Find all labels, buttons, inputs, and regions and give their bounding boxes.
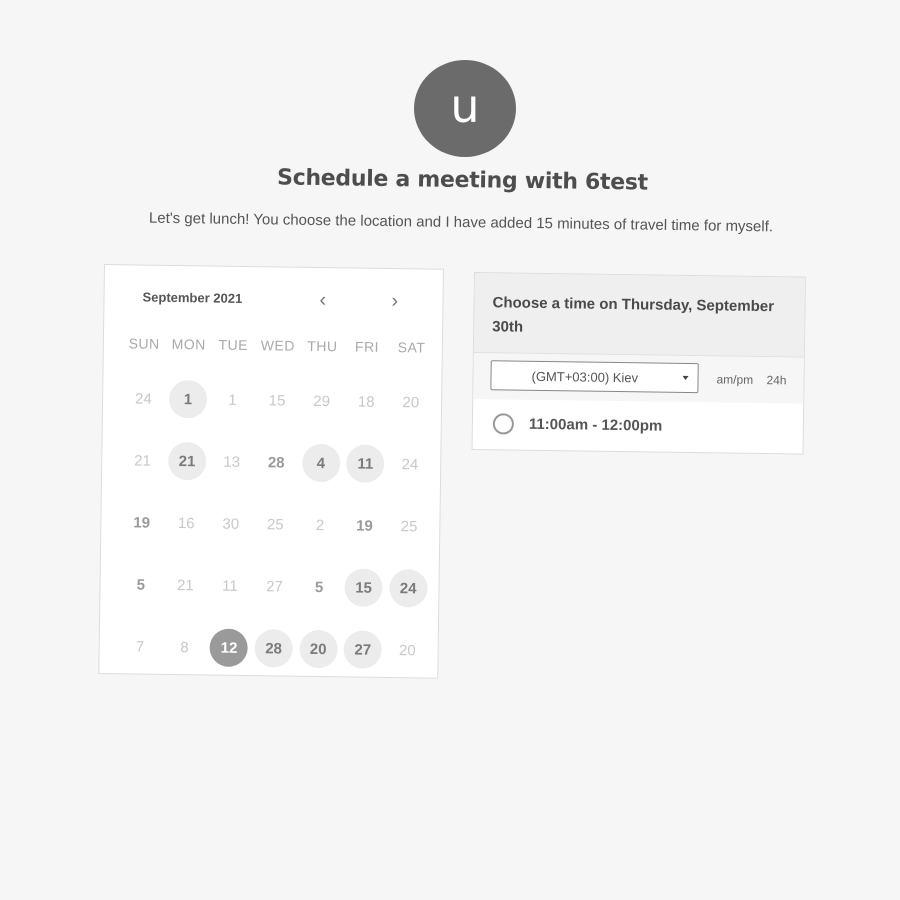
calendar-week-row: 21 21 13 28 4 11 24 (120, 429, 433, 495)
calendar-day: 25 (400, 517, 418, 535)
calendar-week-row: 7 8 12 28 20 27 20 (117, 615, 430, 681)
calendar-day: 25 (266, 515, 284, 534)
page-title: Schedule a meeting with 6test (276, 165, 649, 196)
weekday-sat: SAT (397, 339, 426, 356)
date-picker-calendar: September 2021 ‹ › SUN MON TUE WED THU F… (98, 264, 444, 679)
calendar-day: 2 (315, 516, 325, 534)
weekday-mon: MON (171, 335, 206, 353)
calendar-days-grid: 24 1 1 15 29 18 20 21 21 13 28 4 11 24 19 16 30 25 2 19 25 5 2… (117, 367, 433, 681)
calendar-day-available[interactable]: 28 (254, 629, 293, 668)
weekday-wed: WED (260, 337, 296, 354)
weekday-sun: SUN (128, 335, 160, 352)
time-slot-label: 11:00am - 12:00pm (528, 415, 663, 435)
calendar-day-available[interactable]: 4 (301, 443, 341, 483)
calendar-day-available[interactable]: 15 (344, 568, 383, 607)
calendar-day: 5 (314, 578, 324, 596)
calendar-day: 20 (402, 393, 420, 411)
previous-month-icon[interactable]: ‹ (319, 289, 326, 311)
calendar-day: 18 (357, 393, 375, 411)
calendar-day-available[interactable]: 11 (346, 444, 385, 483)
calendar-day: 21 (134, 451, 152, 470)
calendar-day: 15 (268, 391, 286, 410)
calendar-week-row: 24 1 1 15 29 18 20 (121, 367, 434, 433)
calendar-day: 20 (398, 641, 416, 659)
scheduling-page: u Schedule a meeting with 6test Let's ge… (0, 0, 900, 900)
calendar-day: 30 (222, 515, 240, 533)
calendar-week-row: 5 21 11 27 5 15 24 (118, 553, 431, 619)
time-panel-heading: Choose a time on Thursday, September 30t… (473, 273, 805, 358)
calendar-day: 19 (133, 513, 151, 532)
calendar-day-available[interactable]: 27 (343, 630, 383, 669)
calendar-day: 7 (135, 637, 145, 656)
calendar-day: 29 (313, 392, 331, 410)
page-subtitle: Let's get lunch! You choose the location… (148, 209, 774, 236)
time-slot-option[interactable]: 11:00am - 12:00pm (473, 399, 804, 452)
calendar-day: 24 (401, 455, 419, 473)
next-month-icon[interactable]: › (391, 290, 398, 312)
format-24h-toggle[interactable]: 24h (766, 373, 786, 387)
calendar-day: 24 (134, 389, 152, 408)
calendar-day: 27 (266, 577, 283, 596)
timezone-select[interactable]: (GMT+03:00) Kiev (490, 360, 699, 394)
weekday-tue: TUE (218, 336, 249, 354)
calendar-day-available[interactable]: 24 (388, 569, 428, 608)
calendar-week-row: 19 16 30 25 2 19 25 (119, 491, 432, 557)
radio-button-icon[interactable] (492, 412, 515, 435)
format-ampm-toggle[interactable]: am/pm (716, 372, 753, 387)
calendar-day-available[interactable]: 21 (167, 441, 207, 481)
calendar-day-selected[interactable]: 12 (209, 628, 249, 668)
calendar-month-label: September 2021 (142, 289, 243, 306)
time-slot-panel: Choose a time on Thursday, September 30t… (471, 272, 806, 455)
calendar-day: 5 (136, 575, 146, 594)
weekday-fri: FRI (354, 338, 380, 355)
calendar-day: 8 (180, 638, 189, 656)
calendar-day: 28 (267, 453, 285, 472)
weekday-header: SUN MON TUE WED THU FRI SAT (122, 335, 434, 355)
dropdown-caret-icon (682, 375, 689, 381)
calendar-day: 13 (223, 453, 241, 471)
weekday-thu: THU (307, 337, 338, 355)
avatar-initial: u (450, 78, 480, 133)
calendar-day: 21 (176, 576, 194, 594)
calendar-day: 1 (228, 391, 237, 409)
timezone-row: (GMT+03:00) Kiev am/pm 24h (473, 353, 804, 404)
timezone-value: (GMT+03:00) Kiev (531, 368, 639, 385)
calendar-day: 19 (356, 517, 373, 535)
calendar-day-available[interactable]: 20 (298, 629, 338, 669)
calendar-day: 11 (222, 577, 238, 595)
calendar-day-available[interactable]: 1 (168, 379, 208, 419)
avatar: u (414, 60, 516, 157)
calendar-day: 16 (177, 514, 195, 532)
